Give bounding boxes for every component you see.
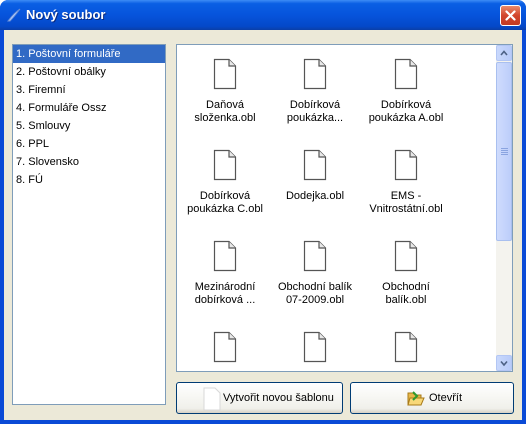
category-list[interactable]: 1. Poštovní formuláře 2. Poštovní obálky 3… (12, 44, 166, 405)
close-icon (505, 10, 516, 21)
open-label: Otevřít (429, 392, 463, 404)
close-button[interactable] (500, 5, 521, 26)
document-icon (203, 387, 221, 411)
chevron-up-icon (500, 50, 508, 56)
file-name-line1: EMS - (390, 190, 422, 202)
category-item[interactable]: 5. Smlouvy (13, 117, 165, 135)
scroll-up-button[interactable] (496, 45, 512, 61)
file-icon (303, 58, 327, 90)
create-template-label: Vytvořit novou šablonu (223, 392, 334, 404)
file-item[interactable] (269, 331, 361, 371)
file-name-line2: poukázka A.obl (368, 112, 444, 124)
dialog-body: 1. Poštovní formuláře 2. Poštovní obálky 3… (4, 30, 522, 420)
file-icon (394, 331, 418, 363)
category-item[interactable]: 8. FÚ (13, 171, 165, 189)
file-name-line1: Dobírková (380, 99, 432, 111)
file-item[interactable]: Dobírková poukázka... (269, 58, 361, 125)
file-name-line2: Vnitrostátní.obl (369, 203, 443, 215)
file-item[interactable]: Mezinárodní dobírková ... (179, 240, 271, 307)
category-item[interactable]: 2. Poštovní obálky (13, 63, 165, 81)
window-title: Nový soubor (26, 7, 106, 22)
file-item[interactable]: EMS - Vnitrostátní.obl (360, 149, 452, 216)
file-name-line1: Daňová (206, 99, 244, 111)
file-name-line1: Mezinárodní (194, 281, 256, 293)
file-item[interactable]: Dobírková poukázka A.obl (360, 58, 452, 125)
category-item[interactable]: 6. PPL (13, 135, 165, 153)
file-icon (394, 240, 418, 272)
scroll-thumb[interactable] (496, 62, 512, 241)
file-name-line1: Obchodní (382, 281, 430, 293)
vertical-scrollbar[interactable] (496, 45, 512, 371)
create-template-button[interactable]: Vytvořit novou šablonu (176, 382, 343, 414)
file-name-line2: dobírková ... (194, 294, 256, 306)
file-name-line2: složenka.obl (194, 112, 256, 124)
file-icon (213, 58, 237, 90)
title-bar[interactable]: Nový soubor (0, 0, 526, 30)
file-item[interactable]: Obchodní balík.obl (360, 240, 452, 307)
new-file-dialog: Nový soubor 1. Poštovní formuláře 2. Pošt… (0, 0, 526, 424)
file-item[interactable]: Dodejka.obl (269, 149, 361, 203)
category-item[interactable]: 1. Poštovní formuláře (13, 45, 165, 63)
file-name-line1: Dobírková (289, 99, 341, 111)
file-name-line1: Obchodní balík (278, 281, 352, 293)
file-name-line2: balík.obl (385, 294, 427, 306)
file-icon (394, 149, 418, 181)
file-icon (213, 331, 237, 363)
file-icon (303, 331, 327, 363)
file-name-line2: poukázka C.obl (187, 203, 263, 215)
open-button[interactable]: Otevřít (350, 382, 514, 414)
app-icon (6, 8, 21, 22)
file-icon (394, 58, 418, 90)
category-item[interactable]: 4. Formuláře Ossz (13, 99, 165, 117)
file-grid[interactable]: Obchodní balík.obl Obchodní balík 07-2009.o… (176, 44, 513, 372)
file-item[interactable]: Daňová složenka.obl (179, 58, 271, 125)
file-item[interactable]: Dobírková poukázka C.obl (179, 149, 271, 216)
file-name-line2: poukázka... (286, 112, 344, 124)
file-icon (213, 240, 237, 272)
file-item[interactable]: Obchodní balík 07-2009.obl (269, 240, 361, 307)
file-icon (213, 149, 237, 181)
file-name-line1: Dodejka.obl (285, 190, 345, 202)
file-name-line2: 07-2009.obl (285, 294, 345, 306)
scroll-down-button[interactable] (496, 355, 512, 371)
folder-open-icon (407, 391, 425, 406)
file-icon (303, 149, 327, 181)
file-icon (303, 240, 327, 272)
file-item[interactable] (360, 331, 452, 371)
chevron-down-icon (500, 360, 508, 367)
category-item[interactable]: 3. Firemní (13, 81, 165, 99)
category-item[interactable]: 7. Slovensko (13, 153, 165, 171)
file-name-line1: Dobírková (199, 190, 251, 202)
file-item[interactable] (179, 331, 271, 371)
